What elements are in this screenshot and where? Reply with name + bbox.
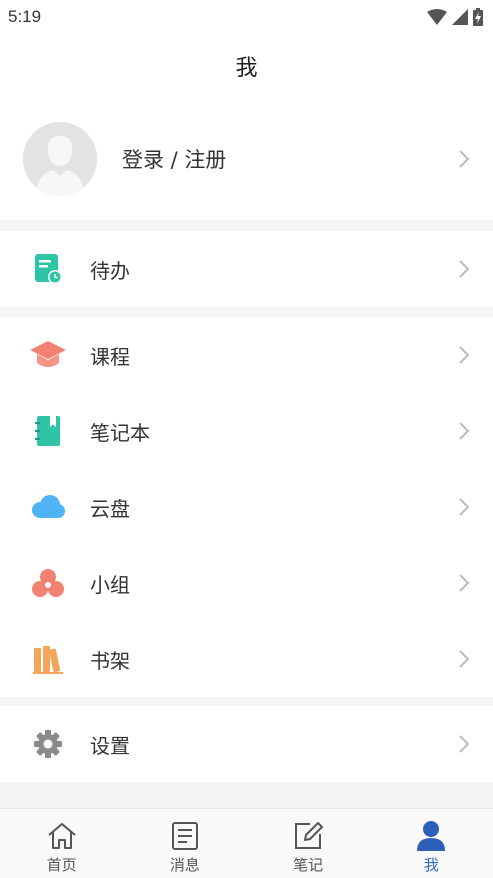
user-icon — [414, 819, 448, 853]
menu-item-group[interactable]: 小组 — [0, 545, 493, 621]
settings-section: 设置 — [0, 706, 493, 782]
chevron-right-icon — [459, 150, 470, 168]
menu-item-notebook[interactable]: 笔记本 — [0, 393, 493, 469]
tab-home[interactable]: 首页 — [0, 809, 123, 878]
status-time: 5:19 — [8, 7, 42, 26]
signal-icon — [452, 9, 468, 25]
chevron-right-icon — [459, 735, 470, 753]
tab-me[interactable]: 我 — [370, 809, 493, 878]
menu-item-label: 待办 — [90, 258, 130, 283]
profile-login-row[interactable]: 登录 / 注册 — [0, 98, 493, 220]
notebook-icon — [29, 412, 67, 450]
chevron-right-icon — [459, 650, 470, 668]
default-avatar-icon — [23, 122, 97, 196]
login-register-label: 登录 / 注册 — [122, 148, 227, 172]
menu-item-label: 书架 — [90, 648, 130, 673]
status-bar: 5:19 — [0, 0, 493, 34]
menu-item-label: 课程 — [90, 344, 130, 369]
chevron-right-icon — [459, 422, 470, 440]
cloud-icon — [29, 488, 67, 526]
header: 我 — [0, 34, 493, 98]
bookshelf-icon — [29, 640, 67, 678]
message-icon — [168, 819, 202, 853]
bottom-tab-bar: 首页 消息 笔记 我 — [0, 808, 493, 878]
menu-item-todo[interactable]: 待办 — [0, 231, 493, 307]
graduation-cap-icon — [29, 336, 67, 374]
tab-label: 我 — [423, 856, 439, 874]
menu-item-label: 云盘 — [90, 496, 130, 521]
home-icon — [45, 819, 79, 853]
battery-icon — [473, 8, 483, 26]
status-icons — [427, 8, 483, 26]
tab-label: 消息 — [169, 856, 200, 874]
menu-item-label: 设置 — [90, 733, 130, 758]
menu-item-label: 小组 — [90, 572, 130, 597]
menu-item-settings[interactable]: 设置 — [0, 706, 493, 782]
chevron-right-icon — [459, 260, 470, 278]
chevron-right-icon — [459, 574, 470, 592]
menu-item-bookshelf[interactable]: 书架 — [0, 621, 493, 697]
menu-item-label: 笔记本 — [90, 420, 150, 445]
tab-label: 笔记 — [293, 856, 324, 874]
main-menu-section: 课程 笔记本 云盘 小组 书架 — [0, 317, 493, 697]
avatar — [23, 122, 97, 196]
tab-notes[interactable]: 笔记 — [247, 809, 370, 878]
group-icon — [29, 564, 67, 602]
menu-item-course[interactable]: 课程 — [0, 317, 493, 393]
chevron-right-icon — [459, 346, 470, 364]
todo-section: 待办 — [0, 231, 493, 307]
tab-messages[interactable]: 消息 — [123, 809, 246, 878]
tab-label: 首页 — [46, 856, 77, 874]
wifi-icon — [427, 9, 447, 25]
chevron-right-icon — [459, 498, 470, 516]
gear-icon — [29, 725, 67, 763]
menu-item-cloud-disk[interactable]: 云盘 — [0, 469, 493, 545]
note-edit-icon — [291, 819, 325, 853]
page-title: 我 — [235, 56, 258, 81]
todo-icon — [29, 250, 67, 288]
